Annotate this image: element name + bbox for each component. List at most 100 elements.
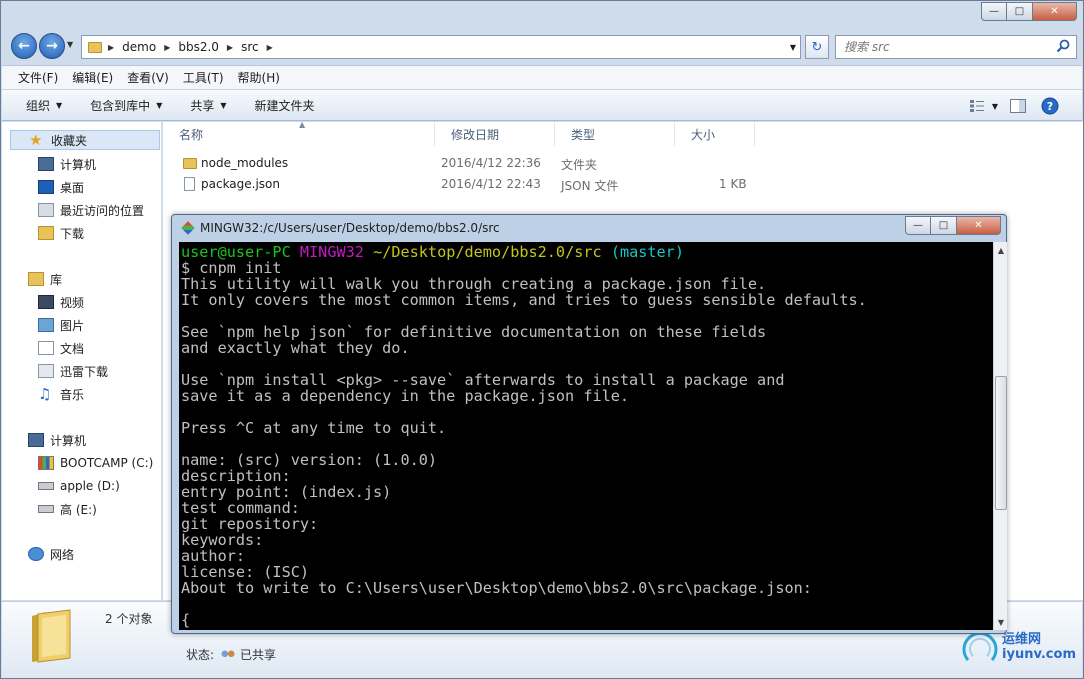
address-dropdown[interactable]: ▼ bbox=[790, 43, 796, 52]
terminal-scrollbar[interactable]: ▲ ▼ bbox=[993, 242, 1007, 630]
menu-edit[interactable]: 编辑(E) bbox=[72, 69, 113, 86]
terminal-text: user@user-PC MINGW32 ~/Desktop/demo/bbs2… bbox=[179, 242, 993, 628]
recent-pages-dropdown[interactable]: ▼ bbox=[67, 40, 73, 49]
view-dropdown-icon[interactable]: ▼ bbox=[992, 102, 998, 111]
nav-label: 图片 bbox=[60, 318, 85, 333]
terminal-window[interactable]: MINGW32:/c/Users/user/Desktop/demo/bbs2.… bbox=[171, 214, 1007, 634]
nav-lib-videos[interactable]: 视频 bbox=[38, 292, 84, 312]
file-modified: 2016/4/12 22:43 bbox=[441, 177, 541, 191]
prompt-branch: (master) bbox=[610, 243, 684, 261]
scroll-up-icon[interactable]: ▲ bbox=[994, 242, 1008, 258]
scroll-down-icon[interactable]: ▼ bbox=[994, 614, 1008, 630]
downloads-icon bbox=[38, 226, 54, 240]
scroll-thumb[interactable] bbox=[995, 376, 1007, 510]
documents-icon bbox=[38, 341, 54, 355]
preview-pane-icon bbox=[1010, 99, 1026, 113]
new-folder-button[interactable]: 新建文件夹 bbox=[255, 97, 315, 114]
terminal-maximize-button[interactable]: □ bbox=[931, 216, 957, 235]
minimize-button[interactable]: — bbox=[981, 2, 1007, 21]
share-status: 状态: 已共享 bbox=[186, 646, 276, 663]
column-type-header[interactable]: 类型 bbox=[555, 122, 675, 146]
breadcrumb-bbs2[interactable]: bbs2.0 bbox=[178, 40, 219, 54]
table-row[interactable]: package.json 2016/4/12 22:43 JSON 文件 1 K… bbox=[163, 175, 763, 195]
terminal-close-button[interactable]: ✕ bbox=[957, 216, 1001, 235]
preview-pane-button[interactable] bbox=[1006, 96, 1030, 116]
file-type: 文件夹 bbox=[561, 158, 598, 172]
share-button[interactable]: 共享 ▼ bbox=[190, 97, 226, 114]
terminal-title: MINGW32:/c/Users/user/Desktop/demo/bbs2.… bbox=[200, 221, 500, 235]
nav-computer[interactable]: 计算机 bbox=[28, 430, 86, 450]
nav-lib-pictures[interactable]: 图片 bbox=[38, 315, 84, 335]
breadcrumb-separator[interactable]: ▶ bbox=[164, 43, 170, 52]
status-label: 状态: bbox=[186, 648, 215, 662]
nav-label: 下载 bbox=[60, 226, 85, 241]
column-size-header[interactable]: 大小 bbox=[675, 122, 755, 146]
breadcrumb-separator[interactable]: ▶ bbox=[227, 43, 233, 52]
nav-drive-e[interactable]: 高 (E:) bbox=[38, 499, 97, 519]
nav-label: 计算机 bbox=[50, 433, 87, 448]
address-bar[interactable]: ▶ demo ▶ bbs2.0 ▶ src ▶ ▼ bbox=[81, 35, 801, 59]
column-modified-header[interactable]: 修改日期 bbox=[435, 122, 555, 146]
object-count: 2 个对象 bbox=[105, 612, 153, 626]
nav-favorites[interactable]: ★ 收藏夹 bbox=[10, 130, 160, 150]
nav-label: 网络 bbox=[50, 547, 75, 562]
terminal-minimize-button[interactable]: — bbox=[905, 216, 931, 235]
nav-lib-documents[interactable]: 文档 bbox=[38, 338, 84, 358]
watermark-url: iyunv.com bbox=[1002, 647, 1076, 662]
prompt-path: ~/Desktop/demo/bbs2.0/src bbox=[373, 243, 602, 261]
column-name-header[interactable]: 名称 ▲ bbox=[163, 120, 435, 146]
back-button[interactable]: ← bbox=[11, 33, 37, 59]
breadcrumb-separator[interactable]: ▶ bbox=[108, 43, 114, 52]
status-value: 已共享 bbox=[240, 648, 277, 662]
arrow-right-icon: → bbox=[46, 38, 58, 54]
column-label: 名称 bbox=[179, 127, 204, 142]
menu-help[interactable]: 帮助(H) bbox=[238, 69, 280, 86]
close-button[interactable]: ✕ bbox=[1033, 2, 1077, 21]
breadcrumb-src[interactable]: src bbox=[241, 40, 259, 54]
file-name: node_modules bbox=[201, 156, 289, 170]
table-row[interactable]: node_modules 2016/4/12 22:36 文件夹 bbox=[163, 154, 763, 174]
file-type: JSON 文件 bbox=[561, 179, 619, 193]
nav-fav-recent[interactable]: 最近访问的位置 bbox=[38, 200, 144, 220]
nav-lib-thunder[interactable]: 迅雷下载 bbox=[38, 361, 108, 381]
new-folder-label: 新建文件夹 bbox=[254, 98, 315, 113]
terminal-line: It only covers the most common items, an… bbox=[181, 291, 867, 309]
menu-tools[interactable]: 工具(T) bbox=[183, 69, 224, 86]
organize-button[interactable]: 组织 ▼ bbox=[26, 97, 62, 114]
nav-libraries[interactable]: 库 bbox=[28, 269, 62, 289]
terminal-lines: This utility will walk you through creat… bbox=[181, 275, 867, 629]
include-in-library-button[interactable]: 包含到库中 ▼ bbox=[90, 97, 162, 114]
terminal-output[interactable]: user@user-PC MINGW32 ~/Desktop/demo/bbs2… bbox=[179, 242, 993, 630]
nav-fav-computer[interactable]: 计算机 bbox=[38, 154, 96, 174]
terminal-line: and exactly what they do. bbox=[181, 339, 410, 357]
terminal-title-bar[interactable]: MINGW32:/c/Users/user/Desktop/demo/bbs2.… bbox=[181, 221, 500, 235]
nav-label: 桌面 bbox=[60, 180, 85, 195]
share-label: 共享 bbox=[190, 98, 215, 113]
nav-label: 迅雷下载 bbox=[60, 364, 109, 379]
nav-lib-music[interactable]: ♫ 音乐 bbox=[38, 384, 84, 404]
breadcrumb-separator[interactable]: ▶ bbox=[267, 43, 273, 52]
nav-drive-c[interactable]: BOOTCAMP (C:) bbox=[38, 453, 153, 473]
nav-fav-desktop[interactable]: 桌面 bbox=[38, 177, 84, 197]
change-view-button[interactable] bbox=[966, 96, 990, 116]
search-input[interactable] bbox=[844, 40, 1044, 54]
menu-view[interactable]: 查看(V) bbox=[127, 69, 169, 86]
chevron-down-icon: ▼ bbox=[156, 100, 163, 110]
terminal-line: { bbox=[181, 611, 191, 629]
refresh-button[interactable]: ↻ bbox=[805, 35, 829, 59]
menu-file[interactable]: 文件(F) bbox=[18, 69, 58, 86]
help-button[interactable]: ? bbox=[1038, 96, 1062, 116]
breadcrumb-demo[interactable]: demo bbox=[122, 40, 156, 54]
search-box[interactable] bbox=[835, 35, 1077, 59]
recent-places-icon bbox=[38, 203, 54, 217]
git-diamond-icon bbox=[181, 221, 195, 235]
nav-fav-downloads[interactable]: 下载 bbox=[38, 223, 84, 243]
nav-network[interactable]: 网络 bbox=[28, 544, 74, 564]
column-label: 类型 bbox=[571, 127, 596, 142]
nav-label: apple (D:) bbox=[60, 479, 120, 493]
forward-button[interactable]: → bbox=[39, 33, 65, 59]
search-icon[interactable] bbox=[1056, 39, 1070, 53]
drive-icon bbox=[38, 505, 54, 513]
nav-drive-d[interactable]: apple (D:) bbox=[38, 476, 120, 496]
maximize-button[interactable]: □ bbox=[1007, 2, 1033, 21]
